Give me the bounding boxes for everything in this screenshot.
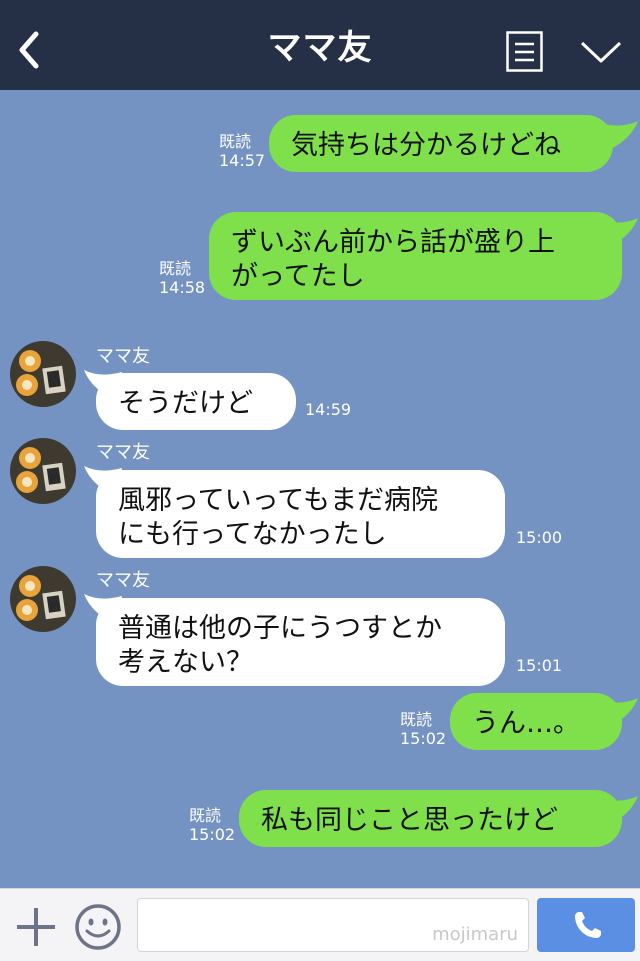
message-text: そうだけど — [118, 388, 253, 419]
message-text: 普通は他の子にうつすとか — [118, 613, 442, 644]
phone-icon — [575, 912, 601, 938]
message-text: 風邪っていってもまだ病院 — [118, 485, 438, 516]
watermark: mojimaru — [432, 924, 518, 945]
message-bubble[interactable]: ずいぶん前から話が盛り上 がってたし — [209, 212, 622, 300]
message-bubble[interactable]: 私も同じこと思ったけど — [239, 790, 622, 847]
message-bubble[interactable]: うん…。 — [450, 693, 622, 750]
message-text: がってたし — [231, 261, 365, 292]
message-text: 考えない？ — [118, 647, 253, 678]
message-time: 14:58 — [159, 278, 206, 297]
avatar[interactable] — [10, 438, 76, 504]
message-text: ずいぶん前から話が盛り上 — [231, 227, 555, 258]
menu-icon[interactable] — [506, 31, 543, 72]
message-text: にも行ってなかったし — [118, 519, 387, 550]
smile-icon[interactable] — [74, 903, 122, 951]
message-input[interactable]: mojimaru — [137, 898, 529, 952]
read-receipt: 既読 — [189, 806, 222, 825]
plus-icon[interactable] — [14, 905, 58, 949]
avatar[interactable] — [10, 341, 76, 407]
chat-header: ママ友 — [0, 0, 640, 90]
message-bubble[interactable]: 気持ちは分かるけどね — [269, 115, 613, 172]
avatar-image — [10, 566, 76, 632]
sender-name: ママ友 — [96, 442, 150, 463]
read-receipt: 既読 — [400, 710, 433, 729]
message-bubble[interactable]: そうだけど — [96, 373, 296, 430]
message-text: 気持ちは分かるけどね — [291, 130, 561, 161]
message-time: 15:02 — [400, 729, 447, 748]
read-receipt: 既読 — [159, 259, 192, 278]
message-time: 15:01 — [516, 656, 563, 675]
message-time: 15:02 — [189, 825, 236, 844]
call-button[interactable] — [537, 898, 635, 952]
sender-name: ママ友 — [96, 570, 150, 591]
avatar-image — [10, 438, 76, 504]
message-time: 14:57 — [219, 151, 266, 170]
avatar[interactable] — [10, 566, 76, 632]
message-text: うん…。 — [472, 708, 580, 739]
read-receipt: 既読 — [219, 132, 252, 151]
chat-title: ママ友 — [267, 28, 373, 68]
message-time: 14:59 — [305, 400, 352, 419]
sender-name: ママ友 — [96, 346, 150, 367]
message-bubble[interactable]: 普通は他の子にうつすとか 考えない？ — [96, 598, 505, 686]
input-bar: mojimaru — [0, 888, 640, 961]
message-text: 私も同じこと思ったけど — [261, 805, 558, 836]
chevron-down-icon[interactable] — [580, 40, 622, 64]
message-time: 15:00 — [516, 528, 563, 547]
avatar-image — [10, 341, 76, 407]
message-bubble[interactable]: 風邪っていってもまだ病院 にも行ってなかったし — [96, 470, 505, 558]
chat-area[interactable]: 既読 14:57 気持ちは分かるけどね 既読 14:58 ずいぶん前から話が盛り… — [0, 90, 640, 888]
